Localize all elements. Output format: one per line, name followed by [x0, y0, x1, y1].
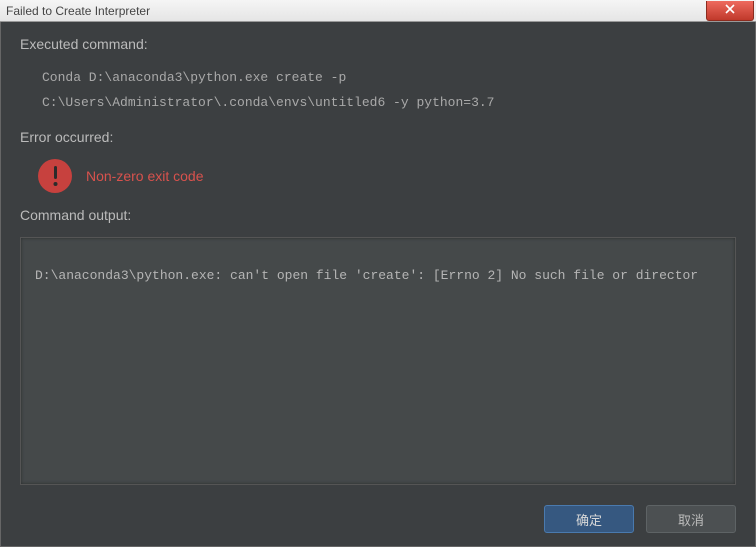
error-occurred-label: Error occurred:	[20, 129, 736, 145]
error-icon	[38, 159, 72, 193]
output-text: D:\anaconda3\python.exe: can't open file…	[35, 268, 721, 283]
command-output-label: Command output:	[20, 207, 736, 223]
ok-button[interactable]: 确定	[544, 505, 634, 533]
window-title: Failed to Create Interpreter	[6, 4, 150, 18]
executed-command-text: Conda D:\anaconda3\python.exe create -p …	[20, 66, 736, 115]
command-line: C:\Users\Administrator\.conda\envs\untit…	[42, 91, 736, 116]
command-output-box: D:\anaconda3\python.exe: can't open file…	[20, 237, 736, 485]
executed-command-label: Executed command:	[20, 36, 736, 52]
command-line: Conda D:\anaconda3\python.exe create -p	[42, 66, 736, 91]
cancel-button[interactable]: 取消	[646, 505, 736, 533]
close-button[interactable]	[706, 1, 754, 21]
dialog-buttons: 确定 取消	[544, 505, 736, 533]
window-titlebar: Failed to Create Interpreter	[0, 0, 756, 22]
close-icon	[725, 1, 735, 19]
error-message: Non-zero exit code	[86, 168, 204, 184]
